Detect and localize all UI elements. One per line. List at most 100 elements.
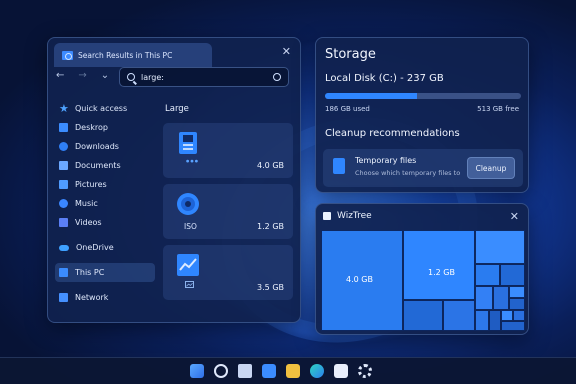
recommendation-subtitle: Choose which temporary files to (355, 169, 461, 177)
search-input[interactable]: large: (119, 67, 289, 87)
wiztree-titlebar: WizTree (323, 211, 372, 221)
treemap-block[interactable] (513, 310, 525, 321)
sidebar-item-onedrive[interactable]: OneDrive (55, 238, 155, 257)
image-file-icon (185, 281, 194, 288)
sidebar-item-this-pc[interactable]: This PC (55, 263, 155, 282)
treemap-block[interactable] (475, 264, 500, 286)
settings-icon[interactable] (358, 364, 372, 378)
desktop-icon (59, 123, 68, 132)
treemap-label: 4.0 GB (346, 275, 373, 284)
taskbar-icons (190, 364, 372, 378)
edge-icon[interactable] (310, 364, 324, 378)
video-icon (59, 218, 68, 227)
file-size: 4.0 GB (257, 161, 284, 170)
sidebar-item-label: Downloads (75, 142, 119, 151)
result-item[interactable]: ISO 1.2 GB (163, 184, 293, 239)
storage-title: Storage (325, 47, 376, 62)
forward-icon[interactable]: → (78, 70, 86, 81)
cleanup-heading: Cleanup recommendations (325, 128, 460, 139)
sidebar-item-label: Documents (75, 161, 121, 170)
back-icon[interactable]: ← (56, 70, 64, 81)
free-space: 513 GB free (477, 105, 519, 113)
file-size: 1.2 GB (257, 222, 284, 231)
result-item[interactable]: 4.0 GB (163, 123, 293, 178)
sidebar-item-documents[interactable]: Documents (55, 156, 155, 175)
treemap-block[interactable] (403, 230, 475, 300)
treemap-block[interactable] (509, 298, 525, 310)
treemap-block[interactable] (493, 286, 509, 310)
search-results-icon (62, 50, 73, 60)
sidebar-item-quick-access[interactable]: ★ Quick access (55, 99, 155, 118)
pictures-icon (59, 180, 68, 189)
pc-icon (59, 268, 68, 277)
storage-window: Storage Local Disk (C:) - 237 GB 186 GB … (315, 37, 529, 193)
sidebar-item-pictures[interactable]: Pictures (55, 175, 155, 194)
wiztree-title: WizTree (337, 211, 372, 221)
treemap-block[interactable] (501, 310, 513, 321)
sidebar-item-videos[interactable]: Videos (55, 213, 155, 232)
file-size: 3.5 GB (257, 283, 284, 292)
treemap-block[interactable] (443, 300, 475, 331)
chart-file-icon (177, 254, 199, 276)
sidebar-item-label: This PC (75, 268, 105, 277)
document-icon (59, 161, 68, 170)
result-item[interactable]: 3.5 GB (163, 245, 293, 300)
storage-usage-bar (325, 93, 521, 99)
widgets-icon[interactable] (262, 364, 276, 378)
cleanup-recommendation: Temporary files Choose which temporary f… (323, 149, 523, 187)
treemap-block[interactable] (501, 321, 525, 331)
search-status-icon (273, 73, 281, 81)
taskbar (0, 357, 576, 384)
treemap-block[interactable] (500, 264, 525, 286)
tab-title: Search Results in This PC (78, 50, 173, 60)
disc-icon (177, 193, 199, 215)
sidebar-item-label: Music (75, 199, 98, 208)
cloud-icon (59, 244, 69, 251)
search-query[interactable]: large: (141, 73, 267, 82)
sidebar-item-label: Pictures (75, 180, 107, 189)
sidebar-item-label: OneDrive (76, 243, 114, 252)
music-icon (59, 199, 68, 208)
treemap-block[interactable] (475, 310, 489, 331)
wiztree-icon (323, 212, 331, 220)
sidebar-item-label: Videos (75, 218, 102, 227)
sidebar-item-label: Network (75, 293, 109, 302)
archive-icon (179, 132, 197, 154)
close-icon[interactable]: ✕ (510, 210, 519, 223)
temporary-files-icon (333, 158, 345, 174)
treemap-block[interactable] (475, 286, 493, 310)
treemap-block[interactable] (403, 300, 443, 331)
file-name: ISO (184, 222, 197, 231)
task-view-icon[interactable] (238, 364, 252, 378)
start-icon[interactable] (190, 364, 204, 378)
search-icon[interactable] (214, 364, 228, 378)
file-explorer-icon[interactable] (286, 364, 300, 378)
star-icon: ★ (59, 102, 69, 115)
recent-locations-icon[interactable]: ⌄ (101, 70, 109, 81)
treemap-label: 1.2 GB (428, 268, 455, 277)
treemap-block[interactable] (509, 286, 525, 298)
people-icon (186, 159, 198, 163)
storage-usage-fill (325, 93, 418, 99)
sidebar-item-label: Deskrop (75, 123, 108, 132)
sidebar-item-downloads[interactable]: Downloads (55, 137, 155, 156)
sidebar-item-network[interactable]: Network (55, 288, 155, 307)
treemap-block[interactable] (489, 310, 501, 331)
download-icon (59, 142, 68, 151)
explorer-tab[interactable]: Search Results in This PC (54, 43, 212, 67)
wiztree-window: WizTree ✕ 4.0 GB 1.2 GB (315, 203, 529, 335)
sidebar-item-desktop[interactable]: Deskrop (55, 118, 155, 137)
navigation-pane: ★ Quick access Deskrop Downloads Documen… (55, 99, 155, 307)
treemap-block[interactable] (475, 230, 525, 264)
treemap[interactable]: 4.0 GB 1.2 GB (321, 230, 525, 331)
recommendation-title: Temporary files (355, 156, 417, 165)
close-icon[interactable]: ✕ (282, 45, 291, 58)
cleanup-button[interactable]: Cleanup (467, 157, 515, 179)
store-icon[interactable] (334, 364, 348, 378)
sidebar-item-label: Quick access (75, 104, 128, 113)
nav-buttons: ← → ⌄ (56, 70, 109, 81)
sidebar-item-music[interactable]: Music (55, 194, 155, 213)
used-space: 186 GB used (325, 105, 370, 113)
network-icon (59, 293, 68, 302)
disk-name: Local Disk (C:) - 237 GB (325, 73, 444, 84)
